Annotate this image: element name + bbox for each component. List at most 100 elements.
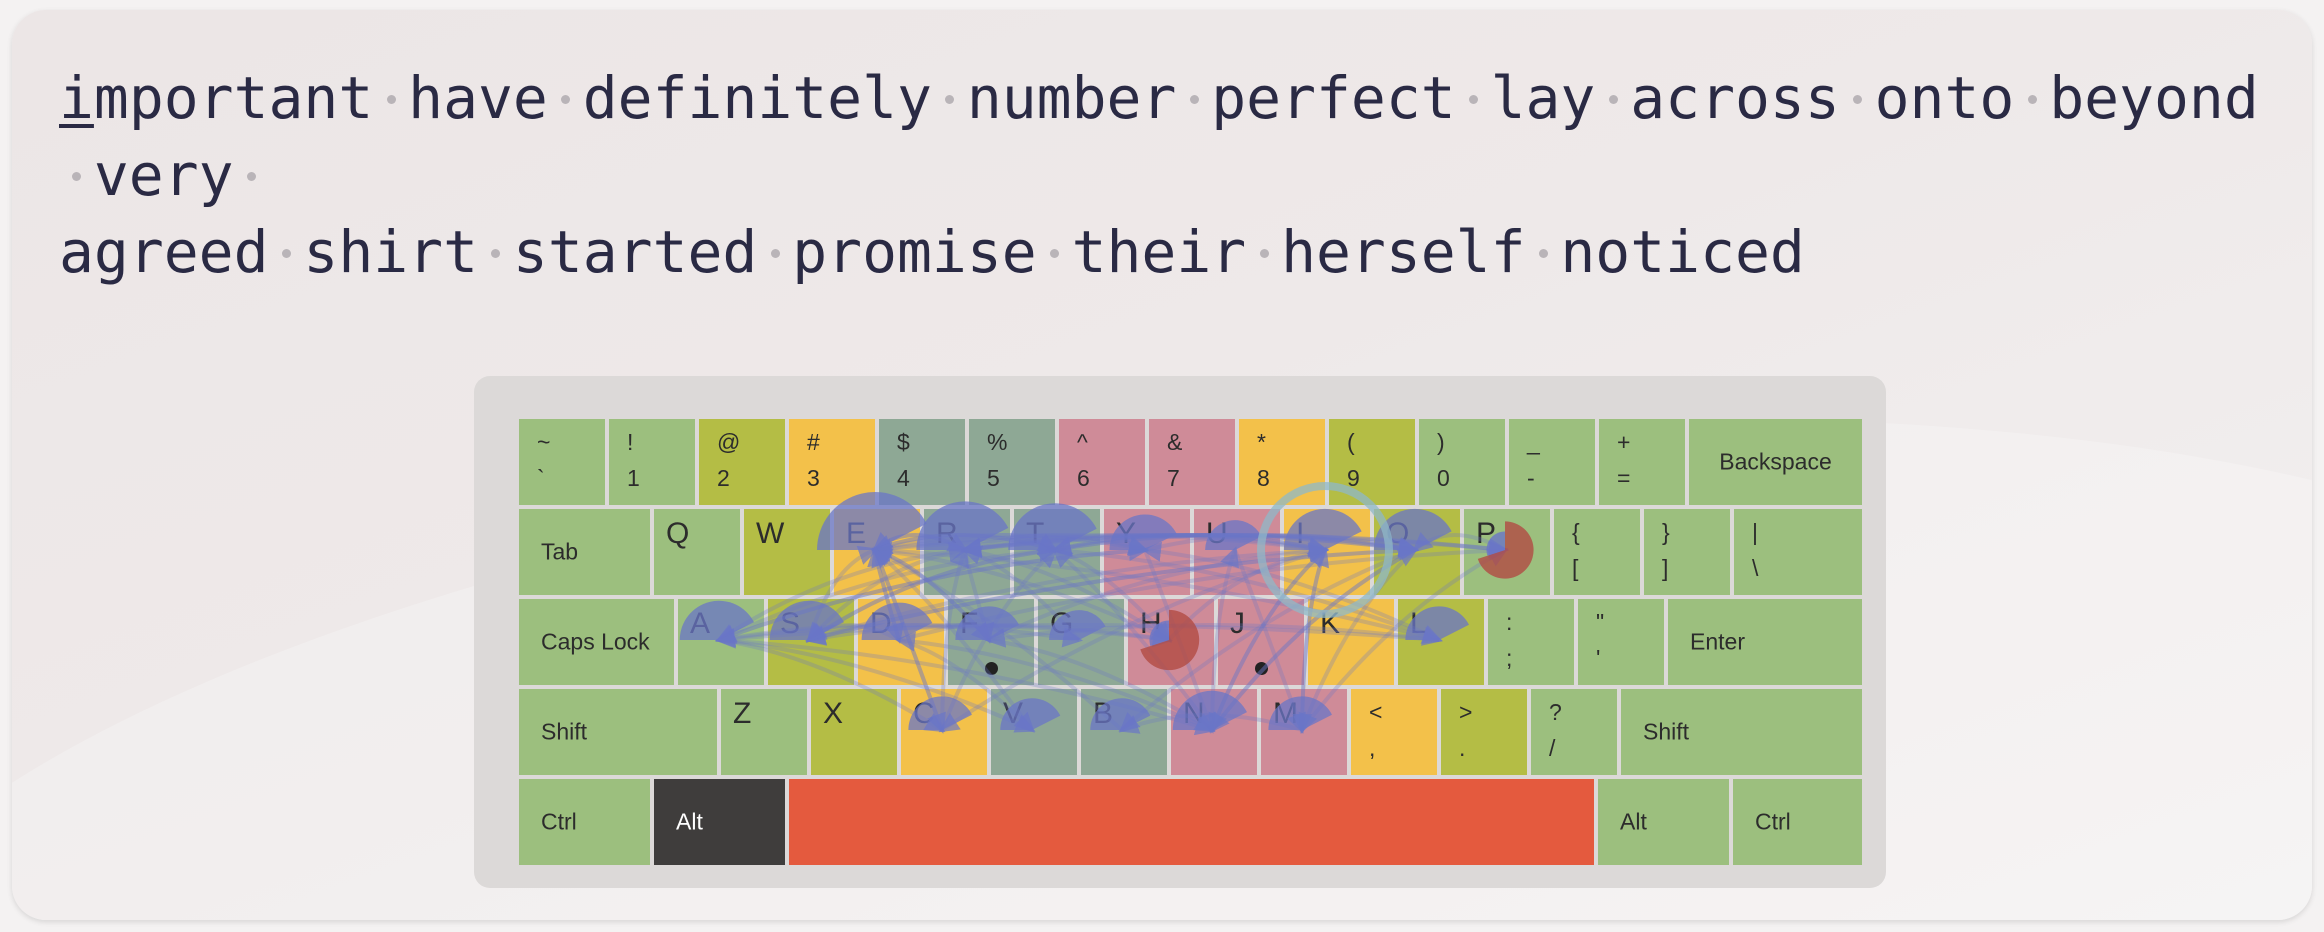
key-shift-left[interactable]: Shift: [519, 689, 717, 775]
key-enter[interactable]: Enter: [1668, 599, 1862, 685]
typing-text[interactable]: important have definitely number perfect…: [59, 60, 2289, 291]
key-backspace[interactable]: Backspace: [1689, 419, 1862, 505]
key-c[interactable]: C: [901, 689, 987, 775]
key-shift-symbol: $: [897, 429, 910, 455]
space-marker: [932, 60, 967, 137]
key-7[interactable]: & 7: [1149, 419, 1235, 505]
key-5[interactable]: % 5: [969, 419, 1055, 505]
key-h[interactable]: H: [1128, 599, 1214, 685]
key-t[interactable]: T: [1014, 509, 1100, 595]
key-shift-symbol: ?: [1549, 699, 1562, 725]
key-right-bracket[interactable]: }]: [1644, 509, 1730, 595]
space-marker: [1840, 60, 1875, 137]
key-letter: R: [936, 517, 958, 550]
key-tab[interactable]: Tab: [519, 509, 650, 595]
key-backslash[interactable]: | \: [1734, 509, 1862, 595]
key-3[interactable]: #3: [789, 419, 875, 505]
text-word: onto: [1874, 64, 2015, 132]
key-x[interactable]: X: [811, 689, 897, 775]
key-alt-right[interactable]: Alt: [1598, 779, 1729, 865]
key-p[interactable]: P: [1464, 509, 1550, 595]
key-g[interactable]: G: [1038, 599, 1124, 685]
key-backtick[interactable]: ~ `: [519, 419, 605, 505]
key-6[interactable]: ^ 6: [1059, 419, 1145, 505]
key-label: Alt: [1620, 808, 1647, 835]
space-marker: [373, 60, 408, 137]
key-comma[interactable]: <,: [1351, 689, 1437, 775]
key-equals[interactable]: + =: [1599, 419, 1685, 505]
key-label: Backspace: [1719, 448, 1832, 475]
text-word: agreed: [59, 218, 269, 286]
key-1[interactable]: ! 1: [609, 419, 695, 505]
key-label: Ctrl: [1755, 808, 1791, 835]
space-marker: [1526, 214, 1561, 291]
key-label: Caps Lock: [541, 628, 650, 655]
key-letter: Q: [666, 517, 690, 550]
key-letter: Z: [733, 697, 752, 730]
key-letter: F: [960, 607, 979, 640]
key-u[interactable]: U: [1194, 509, 1280, 595]
text-word: started: [512, 218, 758, 286]
key-2[interactable]: @2: [699, 419, 785, 505]
key-space[interactable]: [789, 779, 1594, 865]
key-minus[interactable]: _ -: [1509, 419, 1595, 505]
space-marker: [478, 214, 513, 291]
key-letter: I: [1296, 517, 1305, 550]
space-marker: [1176, 60, 1211, 137]
key-d[interactable]: D: [858, 599, 944, 685]
key-4[interactable]: $4: [879, 419, 965, 505]
key-i[interactable]: I: [1284, 509, 1370, 595]
key-0[interactable]: ) 0: [1419, 419, 1505, 505]
key-quote[interactable]: " ': [1578, 599, 1664, 685]
key-v[interactable]: V: [991, 689, 1077, 775]
key-s[interactable]: S: [768, 599, 854, 685]
key-shift-right[interactable]: Shift: [1621, 689, 1862, 775]
key-m[interactable]: M: [1261, 689, 1347, 775]
key-l[interactable]: L: [1398, 599, 1484, 685]
key-base-symbol: -: [1527, 465, 1535, 491]
key-semicolon[interactable]: :;: [1488, 599, 1574, 685]
text-word: shirt: [303, 218, 479, 286]
key-letter: L: [1410, 607, 1427, 640]
key-k[interactable]: K: [1308, 599, 1394, 685]
key-j[interactable]: J: [1218, 599, 1304, 685]
key-e[interactable]: E: [834, 509, 920, 595]
key-w[interactable]: W: [744, 509, 830, 595]
key-base-symbol: 3: [807, 465, 820, 491]
key-label: Enter: [1690, 628, 1745, 655]
key-shift-symbol: &: [1167, 429, 1183, 455]
key-ctrl-right[interactable]: Ctrl: [1733, 779, 1862, 865]
key-base-symbol: 4: [897, 465, 910, 491]
key-n[interactable]: N: [1171, 689, 1257, 775]
key-label: Alt: [676, 808, 703, 835]
key-shift-symbol: <: [1369, 699, 1383, 725]
text-line: agreed shirt started promise their herse…: [59, 214, 2289, 291]
key-alt-left[interactable]: Alt: [654, 779, 785, 865]
key-letter: G: [1050, 607, 1074, 640]
key-z[interactable]: Z: [721, 689, 807, 775]
key-period[interactable]: >.: [1441, 689, 1527, 775]
text-cursor: i: [59, 64, 94, 132]
key-slash[interactable]: ? /: [1531, 689, 1617, 775]
key-base-symbol: =: [1617, 465, 1631, 491]
key-y[interactable]: Y: [1104, 509, 1190, 595]
text-word: lay: [1490, 64, 1596, 132]
text-word: promise: [792, 218, 1037, 286]
key-a[interactable]: A: [678, 599, 764, 685]
key-left-bracket[interactable]: {[: [1554, 509, 1640, 595]
key-q[interactable]: Q: [654, 509, 740, 595]
key-shift-symbol: :: [1506, 609, 1513, 635]
key-b[interactable]: B: [1081, 689, 1167, 775]
key-caps-lock[interactable]: Caps Lock: [519, 599, 674, 685]
key-base-symbol: ;: [1506, 645, 1513, 671]
space-marker: [269, 214, 304, 291]
key-9[interactable]: (9: [1329, 419, 1415, 505]
key-f[interactable]: F: [948, 599, 1034, 685]
text-word: number: [966, 64, 1177, 132]
key-ctrl-left[interactable]: Ctrl: [519, 779, 650, 865]
key-o[interactable]: O: [1374, 509, 1460, 595]
key-shift-symbol: *: [1257, 429, 1266, 455]
key-letter: E: [846, 517, 867, 550]
key-8[interactable]: * 8: [1239, 419, 1325, 505]
key-r[interactable]: R: [924, 509, 1010, 595]
